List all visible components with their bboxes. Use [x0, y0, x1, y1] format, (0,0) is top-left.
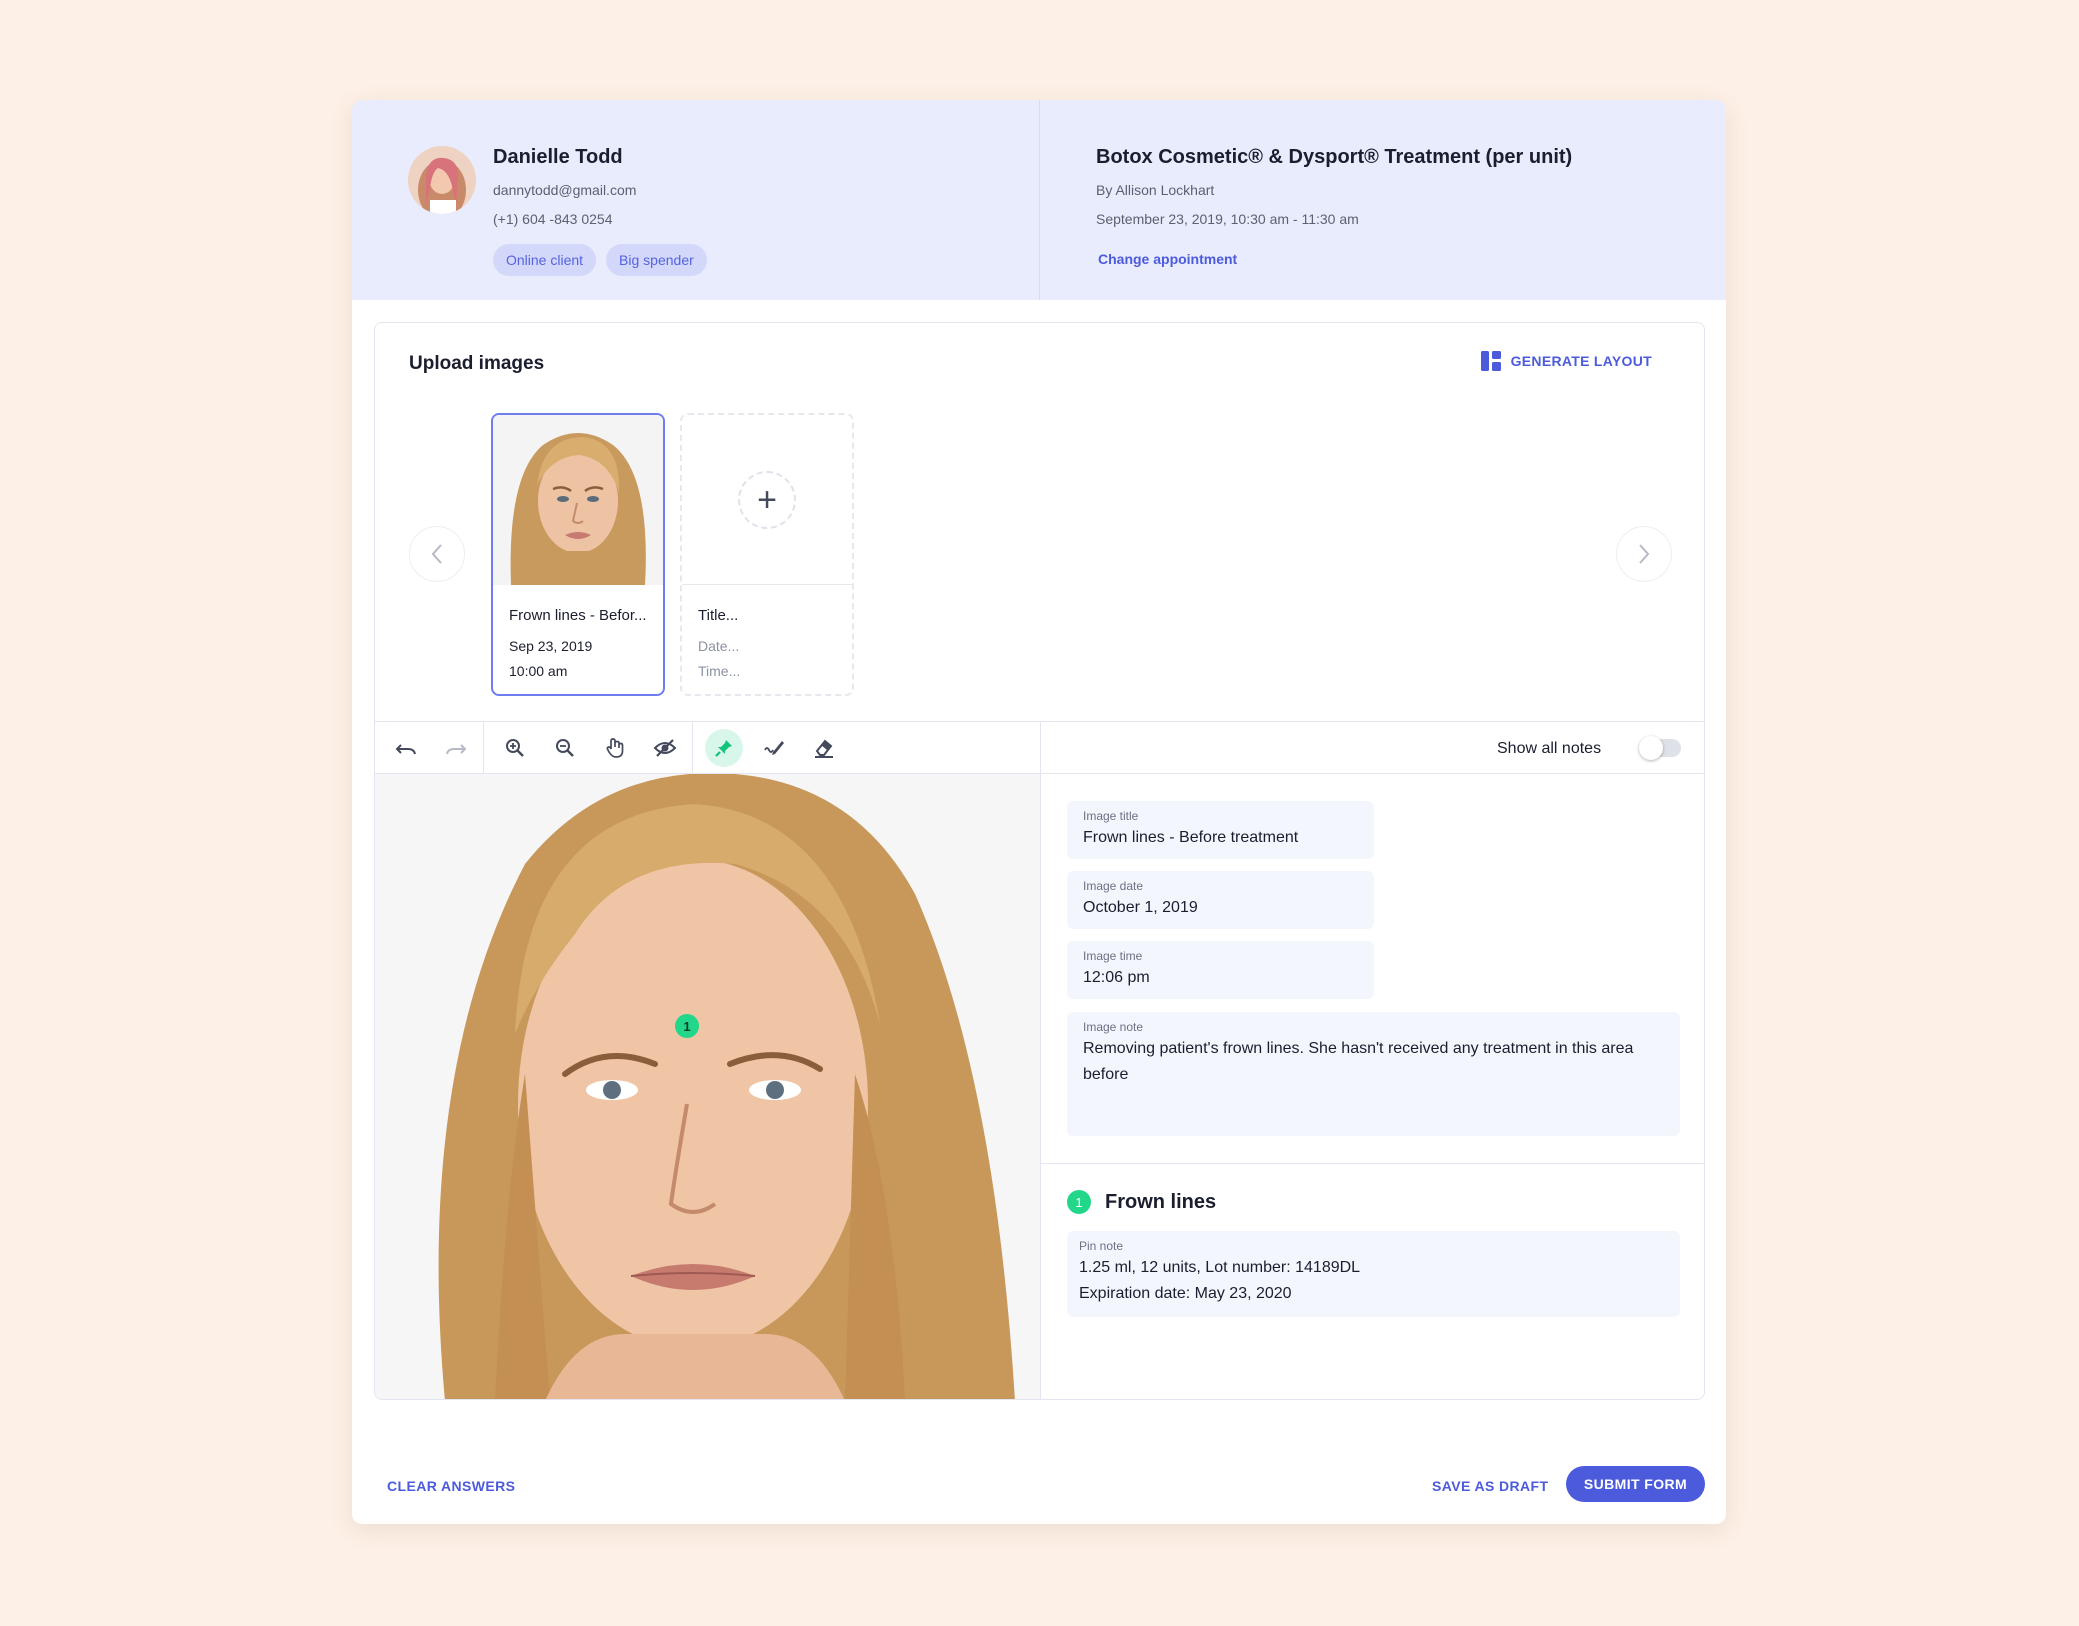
- save-as-draft-button[interactable]: SAVE AS DRAFT: [1432, 1478, 1548, 1494]
- pin-notes-divider: [1041, 1163, 1704, 1164]
- appointment-provider: By Allison Lockhart: [1096, 182, 1215, 198]
- upload-images-panel: Upload images GENERATE LAYOUT Frown line…: [374, 322, 1705, 1400]
- submit-form-button[interactable]: SUBMIT FORM: [1566, 1466, 1705, 1502]
- plus-icon: +: [738, 470, 796, 529]
- zoom-out-button[interactable]: [546, 729, 584, 767]
- add-image-area[interactable]: +: [682, 415, 852, 585]
- tag-online-client: Online client: [493, 244, 597, 276]
- hide-annotations-button[interactable]: [646, 729, 684, 767]
- client-info: Danielle Todd dannytodd@gmail.com (+1) 6…: [352, 100, 1040, 300]
- image-time-field[interactable]: Image time 12:06 pm: [1067, 941, 1374, 999]
- image-title-label: Image title: [1083, 809, 1139, 823]
- show-all-notes-label: Show all notes: [1497, 740, 1602, 757]
- carousel-next-button[interactable]: [1616, 526, 1672, 582]
- layout-icon: [1480, 351, 1501, 371]
- toolbar-separator: [483, 722, 484, 773]
- pin-note-line-2: Expiration date: May 23, 2020: [1079, 1285, 1292, 1302]
- image-time-label: Image time: [1083, 949, 1143, 963]
- image-note-value[interactable]: Removing patient's frown lines. She hasn…: [1083, 1036, 1663, 1088]
- pin-tool-button[interactable]: [705, 728, 743, 767]
- zoom-in-icon: [506, 738, 524, 757]
- thumbnail-date: Sep 23, 2019: [509, 638, 593, 654]
- image-time-value[interactable]: 12:06 pm: [1083, 965, 1150, 991]
- pin-number-badge: 1: [1067, 1190, 1091, 1214]
- tag-big-spender: Big spender: [606, 244, 707, 276]
- pin-note-header: 1 Frown lines: [1067, 1190, 1216, 1214]
- pen-icon: [764, 740, 784, 755]
- pin-icon: [715, 739, 732, 757]
- eye-off-icon: [653, 738, 677, 757]
- treatment-form-card: Danielle Todd dannytodd@gmail.com (+1) 6…: [352, 100, 1726, 1524]
- pan-button[interactable]: [596, 729, 634, 767]
- undo-button[interactable]: [387, 729, 425, 767]
- pin-note-field[interactable]: Pin note 1.25 ml, 12 units, Lot number: …: [1067, 1231, 1680, 1317]
- image-date-value[interactable]: October 1, 2019: [1083, 895, 1198, 921]
- toolbar-separator: [692, 722, 693, 773]
- thumbnail-photo: [493, 415, 663, 585]
- image-title-value[interactable]: Frown lines - Before treatment: [1083, 825, 1298, 851]
- appointment-datetime: September 23, 2019, 10:30 am - 11:30 am: [1096, 211, 1359, 227]
- pin-note-title: Frown lines: [1105, 1190, 1217, 1213]
- image-note-field[interactable]: Image note Removing patient's frown line…: [1067, 1012, 1680, 1136]
- image-note-label: Image note: [1083, 1020, 1144, 1034]
- thumbnail-time: 10:00 am: [509, 663, 568, 679]
- zoom-out-icon: [556, 738, 574, 757]
- carousel-prev-button[interactable]: [409, 526, 465, 582]
- change-appointment-link[interactable]: Change appointment: [1098, 251, 1237, 267]
- annotation-pin[interactable]: 1: [675, 1014, 699, 1038]
- generate-layout-button[interactable]: GENERATE LAYOUT: [1480, 351, 1652, 371]
- thumbnail-title: Frown lines - Befor...: [509, 607, 647, 624]
- pin-note-line-1: 1.25 ml, 12 units, Lot number: 14189DL: [1079, 1259, 1361, 1276]
- image-title-field[interactable]: Image title Frown lines - Before treatme…: [1067, 801, 1374, 859]
- chevron-left-icon: [431, 544, 442, 564]
- redo-icon: [446, 743, 467, 754]
- annotation-canvas[interactable]: 1: [375, 774, 1040, 1399]
- add-image-thumbnail[interactable]: + Title... Date... Time...: [680, 413, 854, 696]
- upload-images-title: Upload images: [409, 353, 545, 374]
- pin-note-label: Pin note: [1079, 1239, 1124, 1253]
- image-date-label: Image date: [1083, 879, 1144, 893]
- generate-layout-label: GENERATE LAYOUT: [1510, 353, 1652, 369]
- zoom-in-button[interactable]: [496, 729, 534, 767]
- appointment-info: Botox Cosmetic® & Dysport® Treatment (pe…: [1040, 100, 1726, 300]
- new-image-title-placeholder[interactable]: Title...: [698, 607, 738, 624]
- pin-note-value[interactable]: 1.25 ml, 12 units, Lot number: 14189DL E…: [1079, 1255, 1360, 1307]
- image-date-field[interactable]: Image date October 1, 2019: [1067, 871, 1374, 929]
- undo-icon: [395, 743, 416, 754]
- client-tags: Online client Big spender: [493, 244, 707, 276]
- form-header: Danielle Todd dannytodd@gmail.com (+1) 6…: [352, 100, 1726, 300]
- client-name: Danielle Todd: [493, 146, 623, 168]
- show-all-notes-toggle[interactable]: [1639, 736, 1681, 760]
- eraser-tool-button[interactable]: [805, 729, 843, 767]
- image-thumbnail-selected[interactable]: Frown lines - Befor... Sep 23, 2019 10:0…: [491, 413, 665, 696]
- client-avatar: [408, 146, 476, 214]
- new-image-time-placeholder[interactable]: Time...: [698, 663, 740, 679]
- toggle-knob: [1639, 736, 1663, 760]
- editor-divider: [1040, 722, 1041, 1399]
- clear-answers-button[interactable]: CLEAR ANSWERS: [387, 1478, 515, 1494]
- chevron-right-icon: [1639, 544, 1650, 564]
- redo-button[interactable]: [437, 729, 475, 767]
- eraser-icon: [815, 739, 833, 758]
- new-image-date-placeholder[interactable]: Date...: [698, 638, 739, 654]
- client-email: dannytodd@gmail.com: [493, 182, 637, 198]
- draw-tool-button[interactable]: [755, 729, 793, 767]
- client-phone: (+1) 604 -843 0254: [493, 211, 613, 227]
- hand-icon: [606, 737, 624, 758]
- annotation-toolbar: [375, 722, 1040, 773]
- appointment-title: Botox Cosmetic® & Dysport® Treatment (pe…: [1096, 146, 1573, 168]
